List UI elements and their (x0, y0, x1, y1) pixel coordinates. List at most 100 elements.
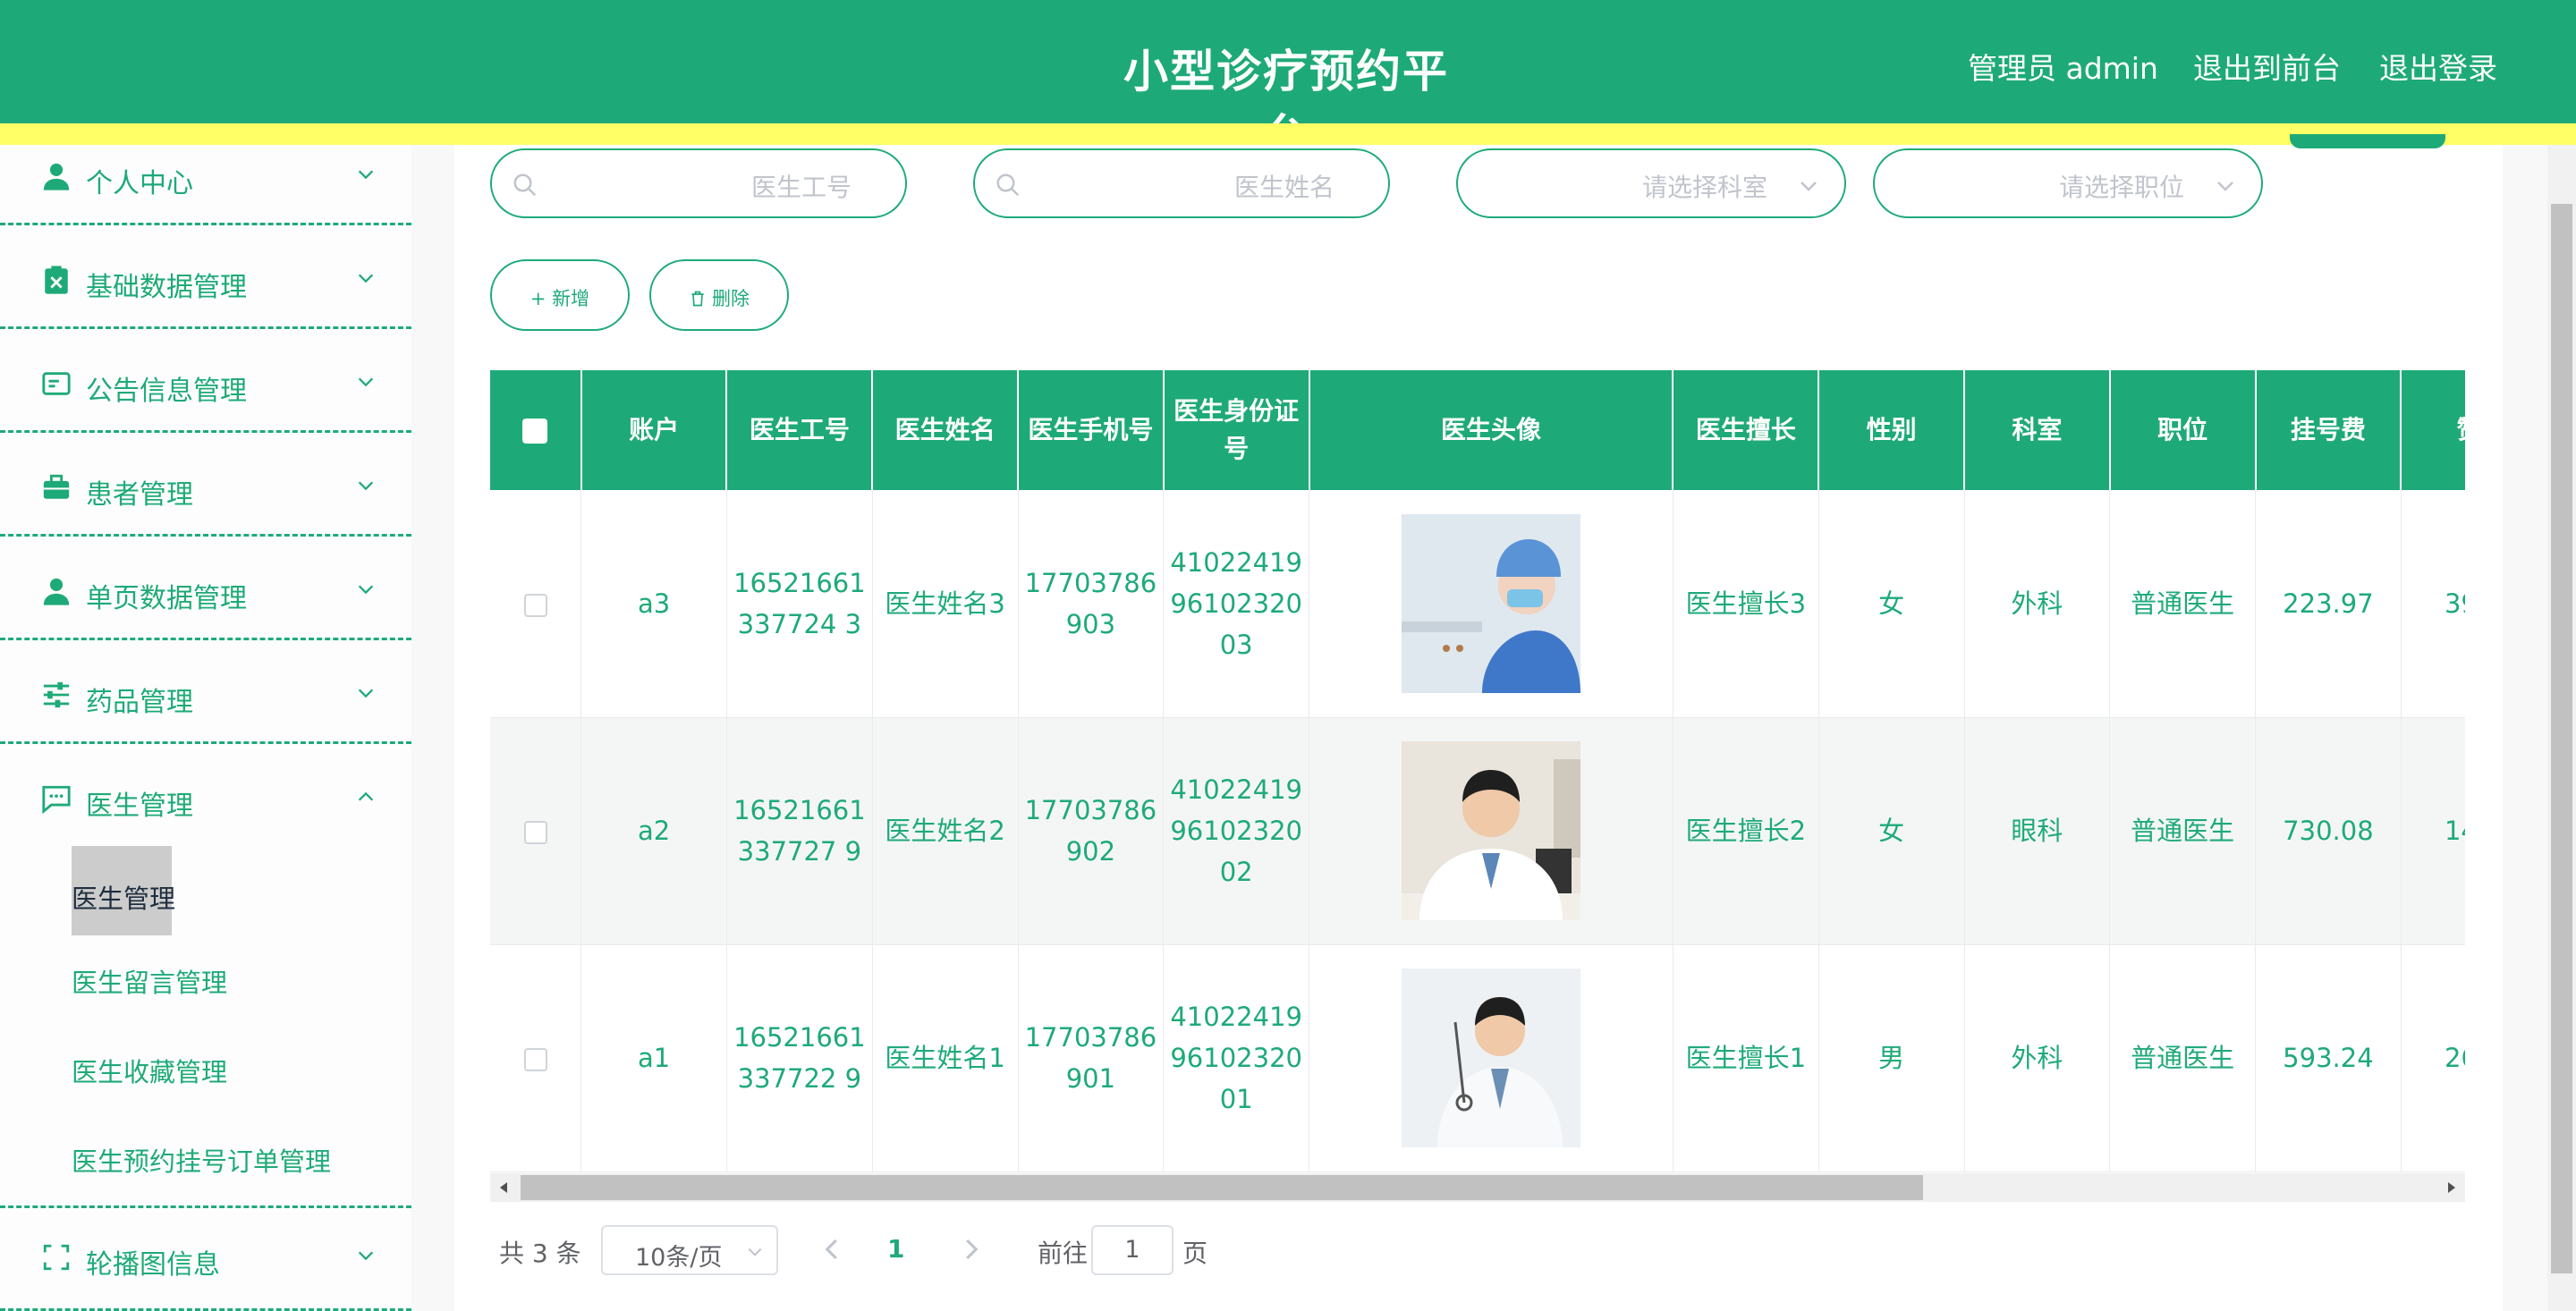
doctor-avatar-image[interactable] (1402, 741, 1580, 920)
column-header: 医生擅长 (1673, 370, 1820, 490)
cell-gender: 男 (1818, 944, 1965, 1172)
cell-avatar (1309, 717, 1674, 945)
scrollbar-thumb[interactable] (2551, 204, 2572, 1273)
cell-specialty: 医生擅长1 (1673, 944, 1819, 1172)
column-header: 挂号费 (2255, 370, 2402, 490)
prev-page-icon[interactable] (819, 1236, 846, 1263)
cell-department: 外科 (1964, 490, 2111, 718)
cell-position: 普通医生 (2109, 490, 2257, 718)
sidebar-item-label: 单页数据管理 (86, 583, 247, 614)
department-select[interactable]: 请选择科室 (1456, 148, 1846, 218)
table-horizontal-scrollbar[interactable] (490, 1173, 2465, 1202)
cell-id-number: 410224199610232001 (1163, 944, 1310, 1172)
column-header: 医生身份证号 (1163, 370, 1310, 490)
chevron-down-icon (358, 585, 374, 595)
admin-user-link[interactable]: 管理员 admin (1968, 45, 2158, 88)
sidebar-item-basic-data[interactable]: 基础数据管理 (0, 225, 411, 329)
column-header: 医生工号 (726, 370, 874, 490)
chevron-down-icon (358, 481, 374, 491)
row-checkbox[interactable] (523, 821, 547, 844)
cell-avatar (1309, 944, 1674, 1172)
frame-icon (43, 1244, 70, 1271)
search-button-partial[interactable] (2290, 134, 2445, 148)
doctor-avatar-image[interactable] (1402, 968, 1580, 1147)
doctor-no-search-input[interactable]: 医生工号 (490, 148, 907, 218)
sidebar-item-personal-center[interactable]: 个人中心 (0, 145, 411, 225)
delete-button-inner: 删除 (651, 284, 787, 311)
position-select[interactable]: 请选择职位 (1873, 148, 2263, 218)
logout-link[interactable]: 退出登录 (2379, 45, 2497, 88)
select-all-checkbox[interactable] (522, 419, 548, 444)
sidebar-item-patients[interactable]: 患者管理 (0, 433, 411, 537)
scrollbar-thumb[interactable] (521, 1175, 1923, 1200)
cell-doctor-no: 16521661337727 9 (726, 717, 873, 945)
submenu-item-doctor-messages[interactable]: 医生留言管理 (72, 962, 227, 1000)
cell-id-number: 410224199610232002 (1163, 717, 1310, 945)
sidebar-item-label: 医生管理 (86, 791, 193, 822)
cell-id-number: 410224199610232003 (1163, 490, 1310, 718)
cell-fee: 730.08 (2255, 717, 2402, 945)
add-button[interactable]: + 新增 (490, 259, 630, 331)
pagination-total: 共 3 条 (499, 1239, 581, 1268)
cell-specialty: 医生擅长2 (1673, 717, 1819, 945)
cell-doctor-no: 16521661337722 9 (726, 944, 873, 1172)
cell-department: 外科 (1964, 944, 2111, 1172)
delete-button[interactable]: 删除 (649, 259, 789, 331)
id-card-icon (42, 372, 71, 395)
sidebar-item-medicine[interactable]: 药品管理 (0, 640, 411, 744)
cell-likes: 141 (2401, 717, 2465, 945)
sidebar-item-label: 个人中心 (86, 168, 193, 199)
next-page-icon[interactable] (957, 1236, 984, 1263)
table-row: a1 16521661337722 9 医生姓名1 17703786901 41… (490, 944, 2465, 1172)
chevron-down-icon (358, 274, 374, 283)
chevron-up-icon (358, 791, 374, 801)
sidebar-item-single-page[interactable]: 单页数据管理 (0, 537, 411, 640)
cell-gender: 女 (1818, 717, 1965, 945)
cell-gender: 女 (1818, 490, 1965, 718)
row-checkbox[interactable] (523, 1048, 547, 1071)
cell-doctor-name: 医生姓名1 (872, 944, 1019, 1172)
table-row: a3 16521661337724 3 医生姓名3 17703786903 41… (490, 490, 2465, 718)
select-placeholder: 请选择职位 (2058, 173, 2184, 202)
sidebar-item-announcements[interactable]: 公告信息管理 (0, 329, 411, 433)
user-icon (43, 578, 70, 605)
table-header-row: 账户 医生工号 医生姓名 医生手机号 医生身份证号 医生头像 医生擅长 性别 科… (490, 370, 2465, 490)
chevron-down-icon (748, 1248, 762, 1256)
sidebar-item-carousel[interactable]: 轮播图信息 (0, 1208, 411, 1311)
page-vertical-scrollbar[interactable] (2547, 145, 2576, 1311)
cell-phone: 17703786901 (1018, 944, 1165, 1172)
doctor-avatar-image[interactable] (1402, 513, 1580, 693)
goto-page-input[interactable]: 1 (1091, 1225, 1174, 1275)
cell-position: 普通医生 (2109, 944, 2257, 1172)
clipboard-icon (45, 266, 68, 294)
doctor-name-search-input[interactable]: 医生姓名 (973, 148, 1390, 218)
cell-phone: 17703786902 (1018, 717, 1165, 945)
cell-specialty: 医生擅长3 (1673, 490, 1819, 718)
column-header: 医生手机号 (1018, 370, 1165, 490)
pagination: 共 3 条 10条/页 1 前往 1 页 (490, 1225, 1385, 1275)
exit-to-front-link[interactable]: 退出到前台 (2193, 45, 2341, 88)
cell-doctor-no: 16521661337724 3 (726, 490, 873, 718)
cell-doctor-name: 医生姓名2 (872, 717, 1019, 945)
scroll-right-arrow-icon[interactable] (2445, 1180, 2458, 1195)
column-header: 账户 (580, 370, 728, 490)
chevron-down-icon (1801, 182, 1817, 191)
cell-account: a2 (580, 717, 727, 945)
page-number-current[interactable]: 1 (887, 1234, 904, 1264)
submenu-item-doctor-appointments[interactable]: 医生预约挂号订单管理 (72, 1141, 331, 1179)
row-checkbox[interactable] (523, 593, 547, 617)
sidebar-item-label: 基础数据管理 (86, 272, 247, 303)
submenu-item-doctor-manage[interactable]: 医生管理 (72, 846, 175, 935)
sidebar-item-doctors[interactable]: 医生管理 (0, 744, 411, 848)
table-row: a2 16521661337727 9 医生姓名2 17703786902 41… (490, 717, 2465, 945)
sidebar-item-label: 轮播图信息 (86, 1249, 220, 1281)
user-icon (43, 163, 70, 190)
submenu-item-doctor-favorites[interactable]: 医生收藏管理 (72, 1052, 227, 1089)
trash-icon (691, 291, 704, 307)
page-size-select[interactable]: 10条/页 (601, 1225, 778, 1275)
scroll-left-arrow-icon[interactable] (497, 1180, 510, 1195)
sidebar-item-label: 患者管理 (86, 479, 193, 511)
search-icon (996, 173, 1020, 197)
column-header: 医生姓名 (872, 370, 1020, 490)
cell-department: 眼科 (1964, 717, 2111, 945)
